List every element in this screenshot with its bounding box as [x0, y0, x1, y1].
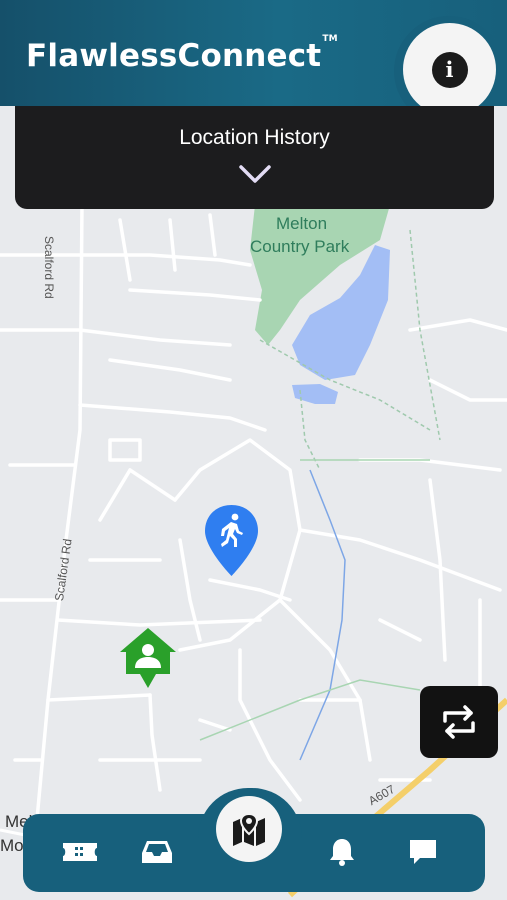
map-edge-label-2: Mo: [0, 836, 24, 855]
map-pin-icon: [233, 812, 265, 846]
road-label-scalford-top: Scalford Rd: [42, 236, 56, 299]
chat-bubble-icon: [410, 840, 436, 864]
swap-arrows-icon: [443, 705, 475, 739]
bell-icon: [330, 839, 354, 866]
walking-person-marker[interactable]: [204, 503, 259, 578]
swap-view-button[interactable]: [420, 686, 498, 758]
inbox-icon: [142, 841, 172, 863]
nav-item-tickets[interactable]: [58, 832, 102, 872]
brand-name: FlawlessConnect: [26, 38, 322, 74]
park-label: Melton: [276, 214, 328, 233]
chevron-down-icon[interactable]: [238, 163, 272, 185]
nav-item-notifications[interactable]: [320, 832, 364, 872]
ticket-icon: [63, 843, 97, 861]
info-button[interactable]: i: [403, 23, 496, 116]
location-history-title: Location History: [179, 126, 330, 149]
info-icon: i: [431, 51, 468, 88]
trademark-mark: TM: [322, 33, 338, 44]
park-label-line2: Country Park: [250, 237, 350, 256]
nav-item-map[interactable]: [216, 796, 282, 862]
home-marker[interactable]: [118, 626, 178, 690]
brand-logo: FlawlessConnectTM: [26, 34, 338, 74]
nav-item-messages[interactable]: [401, 832, 445, 872]
location-history-panel[interactable]: Location History: [15, 106, 494, 209]
nav-item-inbox[interactable]: [135, 832, 179, 872]
